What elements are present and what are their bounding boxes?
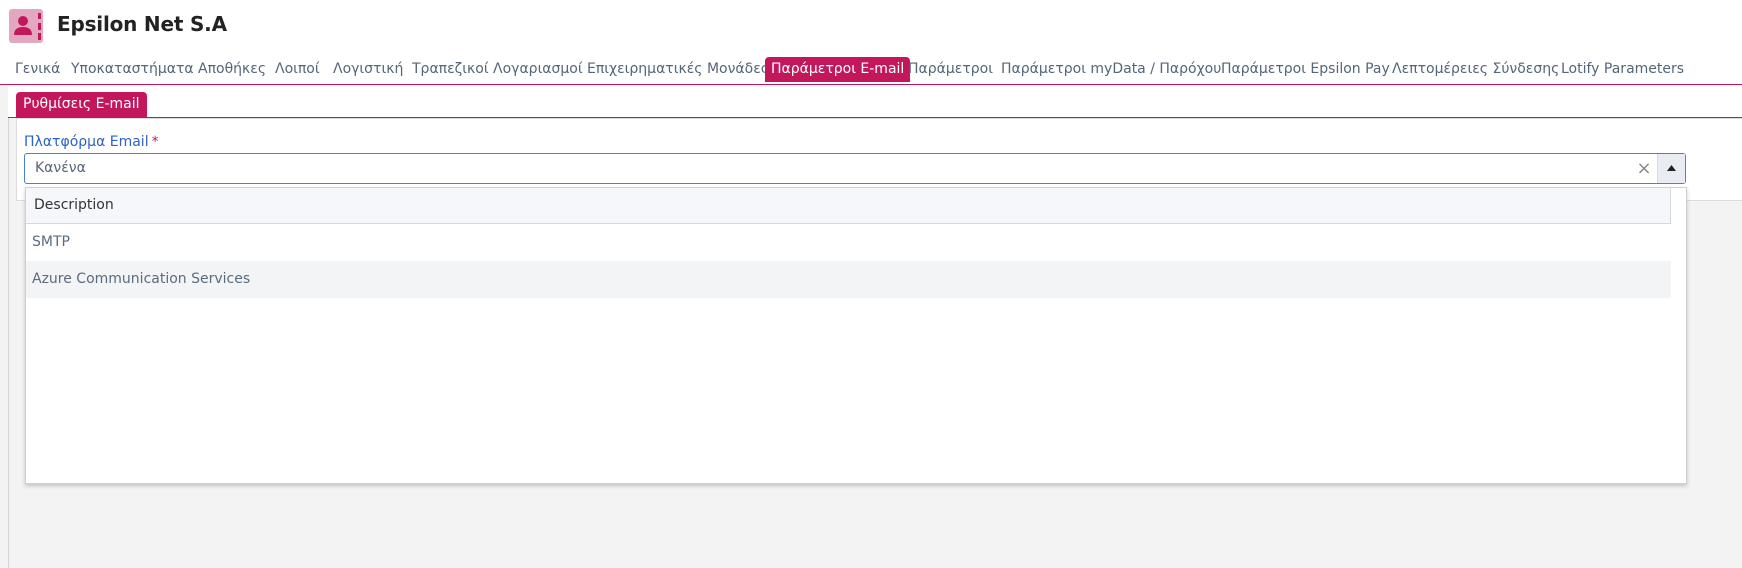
main-tabs: Γενικά Υποκαταστήματα Αποθήκες Λοιποί Λο…: [0, 55, 1742, 85]
dropdown-column-header: Description: [26, 188, 1671, 224]
tab-warehouses[interactable]: Αποθήκες: [198, 57, 266, 82]
option-label: Azure Communication Services: [32, 271, 251, 287]
dropdown-option-azure[interactable]: Azure Communication Services: [26, 261, 1671, 298]
tab-business-units[interactable]: Επιχειρηματικές Μονάδες: [587, 57, 769, 82]
option-label: SMTP: [32, 234, 70, 250]
required-marker: *: [151, 134, 159, 150]
page-title: Epsilon Net S.A: [57, 12, 227, 36]
email-platform-label: Πλατφόρμα Email *: [24, 134, 159, 150]
tab-general[interactable]: Γενικά: [15, 57, 60, 82]
drag-handle-icon[interactable]: [38, 13, 42, 41]
email-platform-label-text: Πλατφόρμα Email: [24, 134, 149, 150]
tab-mydata-parameters[interactable]: Παράμετροι myData / Παρόχου: [1001, 57, 1221, 82]
dropdown-toggle-button[interactable]: [1657, 154, 1685, 183]
description-column-label: Description: [34, 197, 114, 213]
email-platform-dropdown: Description SMTP Azure Communication Ser…: [25, 187, 1687, 484]
tab-branches[interactable]: Υποκαταστήματα: [71, 57, 194, 82]
tab-lotify-parameters[interactable]: Lotify Parameters: [1561, 57, 1684, 82]
subtab-email-settings[interactable]: Ρυθμίσεις E-mail: [16, 92, 147, 117]
app-header: Epsilon Net S.A: [0, 0, 1742, 55]
tab-email-parameters[interactable]: Παράμετροι E-mail: [765, 57, 911, 82]
dropdown-option-smtp[interactable]: SMTP: [26, 224, 1671, 261]
tab-epsilon-pay-parameters[interactable]: Παράμετροι Epsilon Pay: [1221, 57, 1390, 82]
tab-others[interactable]: Λοιποί: [275, 57, 320, 82]
email-platform-value: Κανένα: [35, 160, 86, 176]
close-icon[interactable]: ×: [1635, 154, 1653, 183]
caret-up-icon: [1667, 165, 1676, 171]
subtabs: Ρυθμίσεις E-mail: [8, 85, 1742, 118]
tab-accounting[interactable]: Λογιστική: [333, 57, 403, 82]
tab-bank-accounts[interactable]: Τραπεζικοί Λογαριασμοί: [412, 57, 583, 82]
tab-connection-details[interactable]: Λεπτομέρειες Σύνδεσης: [1392, 57, 1559, 82]
tab-parameters[interactable]: Παράμετροι: [908, 57, 993, 82]
email-platform-combobox[interactable]: Κανένα ×: [24, 153, 1686, 184]
